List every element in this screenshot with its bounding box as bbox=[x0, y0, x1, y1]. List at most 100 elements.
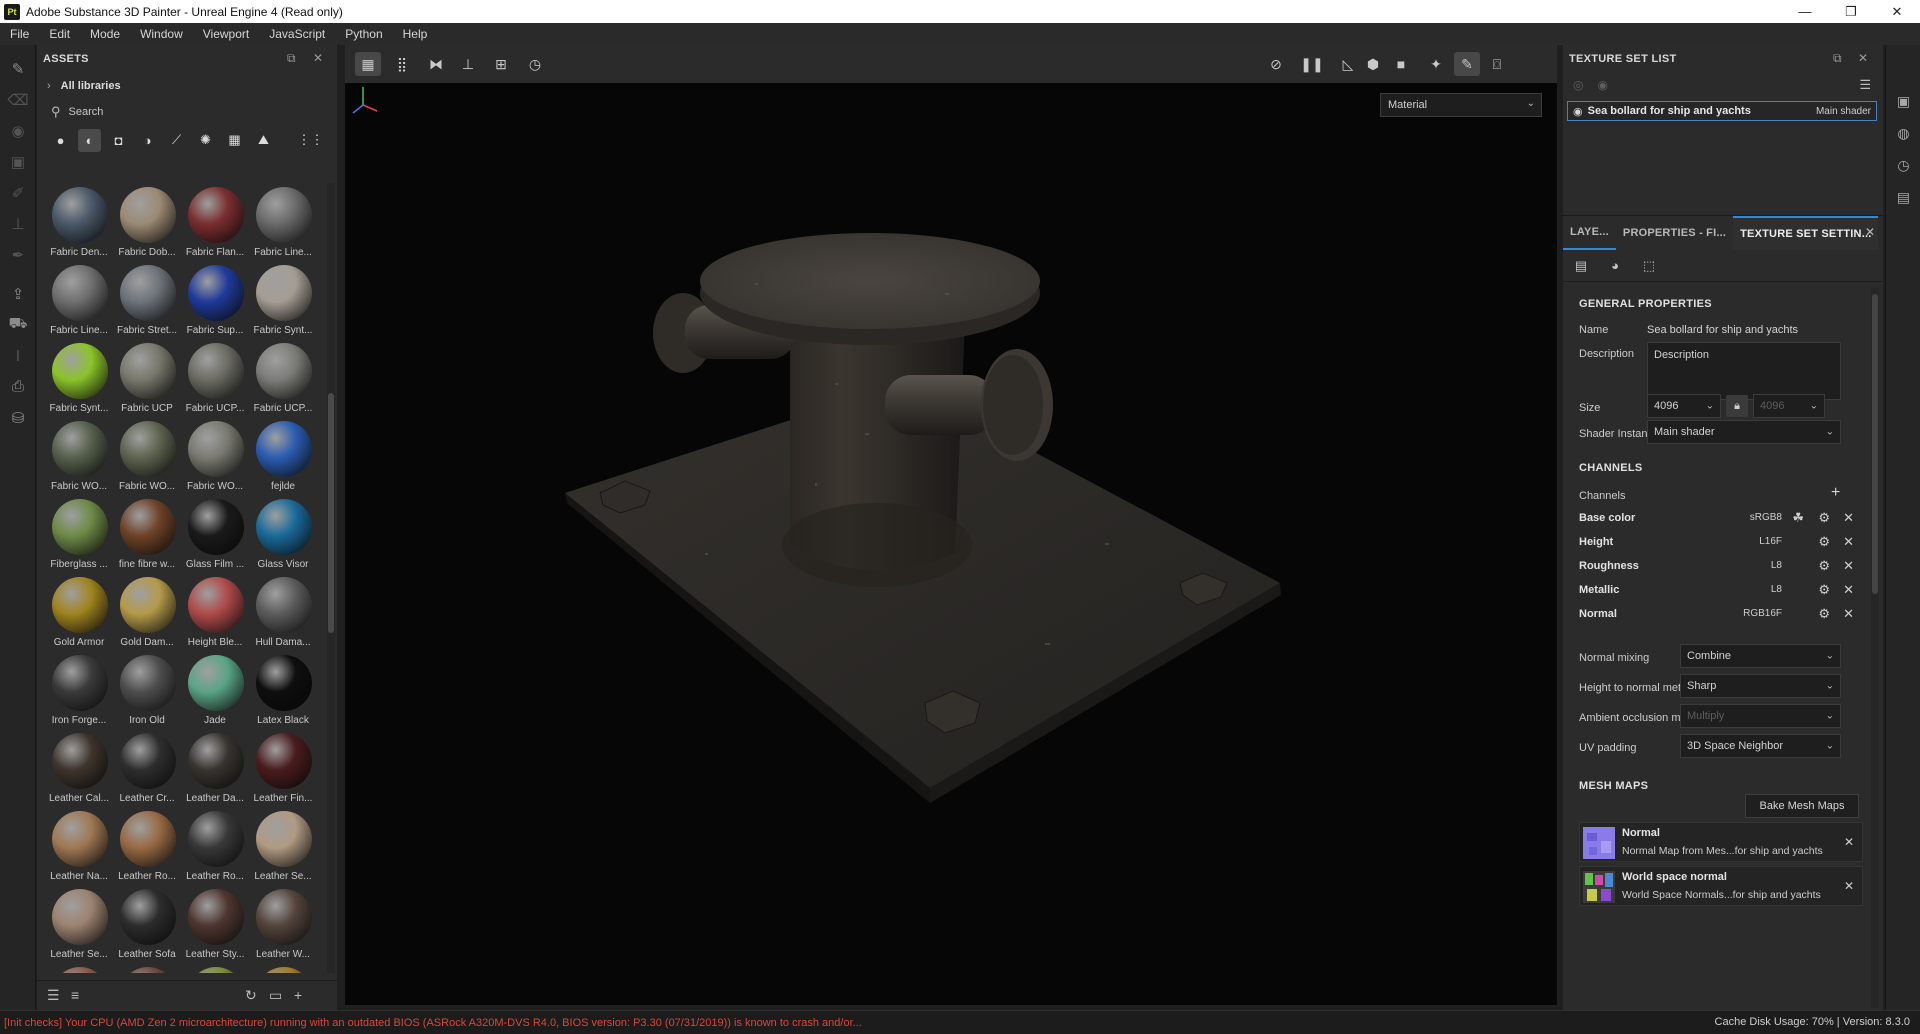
mirror-icon[interactable]: ⧓ bbox=[423, 52, 449, 76]
remove-icon[interactable]: ✕ bbox=[1844, 879, 1854, 893]
uv-padding-select[interactable]: 3D Space Neighbor ⌄ bbox=[1680, 734, 1841, 758]
tab-layers[interactable]: LAYE... bbox=[1563, 216, 1616, 250]
asset-tile[interactable]: Fabric Synt... bbox=[45, 343, 113, 419]
filter-materials-icon[interactable]: ● bbox=[49, 129, 72, 152]
asset-tile[interactable]: Leather Cr... bbox=[113, 733, 181, 809]
close-panel-icon[interactable]: ✕ bbox=[1865, 225, 1875, 239]
texture-set-item[interactable]: ◉ Sea bollard for ship and yachts Main s… bbox=[1567, 101, 1877, 121]
mesh-map-world-space-normal[interactable]: World space normal World Space Normals..… bbox=[1579, 866, 1863, 906]
asset-tile[interactable]: Fabric WO... bbox=[113, 421, 181, 497]
eraser-icon[interactable]: ⌫ bbox=[0, 84, 36, 115]
filter-textures-icon[interactable]: ▦ bbox=[223, 129, 246, 152]
add-asset-icon[interactable]: + bbox=[294, 987, 302, 1003]
height-to-normal-select[interactable]: Sharp ⌄ bbox=[1680, 674, 1841, 698]
settings-icon[interactable]: ▤ bbox=[1569, 254, 1593, 278]
asset-tile[interactable]: Fabric Sup... bbox=[181, 265, 249, 341]
channel-format[interactable]: L8 bbox=[1771, 584, 1782, 595]
color-profile-icon[interactable]: ☘ bbox=[1792, 510, 1804, 526]
asset-tile[interactable]: Fiberglass ... bbox=[45, 499, 113, 575]
asset-tile[interactable]: Fabric Den... bbox=[45, 187, 113, 263]
mesh-map-normal[interactable]: Normal Normal Map from Mes...for ship an… bbox=[1579, 822, 1863, 862]
asset-tile[interactable]: Jade bbox=[181, 655, 249, 731]
channel-settings-icon[interactable]: ⚙ bbox=[1818, 558, 1830, 574]
clone-stamp-icon[interactable]: ⊥ bbox=[0, 208, 36, 239]
search-input[interactable]: Search bbox=[69, 106, 104, 118]
channel-format[interactable]: sRGB8 bbox=[1750, 512, 1782, 523]
remove-channel-icon[interactable]: ✕ bbox=[1843, 510, 1854, 526]
asset-tile[interactable]: Fabric Flan... bbox=[181, 187, 249, 263]
asset-tile[interactable]: Leather Se... bbox=[249, 811, 317, 887]
asset-tile[interactable]: Fabric WO... bbox=[45, 421, 113, 497]
camera-icon[interactable]: ■ bbox=[1388, 52, 1414, 76]
asset-tile[interactable]: Iron Forge... bbox=[45, 655, 113, 731]
assets-scroll-thumb[interactable] bbox=[328, 393, 334, 633]
channel-row[interactable]: Roughness L8 ⚙ ✕ bbox=[1579, 556, 1864, 578]
asset-tile[interactable]: Leather Na... bbox=[45, 811, 113, 887]
remove-channel-icon[interactable]: ✕ bbox=[1843, 582, 1854, 598]
history-icon[interactable]: ◷ bbox=[522, 52, 548, 76]
maximize-button[interactable]: ❐ bbox=[1828, 0, 1874, 23]
share-icon[interactable]: ⎙ bbox=[0, 371, 36, 402]
size-select[interactable]: 4096 ⌄ bbox=[1647, 394, 1721, 418]
menu-python[interactable]: Python bbox=[335, 27, 392, 41]
asset-tile[interactable] bbox=[113, 967, 181, 973]
assets-search[interactable]: ⚲ Search bbox=[37, 99, 337, 125]
tab-texture-set-settings[interactable]: TEXTURE SET SETTIN... bbox=[1733, 216, 1879, 250]
library-selector[interactable]: › All libraries bbox=[37, 73, 337, 99]
color-picker-icon[interactable]: ✒ bbox=[0, 239, 36, 270]
align-icon[interactable]: ⊥ bbox=[455, 52, 481, 76]
channel-settings-icon[interactable]: ⚙ bbox=[1818, 582, 1830, 598]
properties-scrollbar[interactable] bbox=[1871, 288, 1879, 1008]
tab-properties[interactable]: PROPERTIES - FI... bbox=[1616, 216, 1733, 250]
float-panel-icon[interactable]: ⧉ bbox=[1833, 51, 1842, 66]
asset-tile[interactable]: Iron Old bbox=[113, 655, 181, 731]
filter-brushes-icon[interactable]: ⟋ bbox=[165, 129, 188, 152]
channel-format[interactable]: L16F bbox=[1759, 536, 1782, 547]
asset-tile[interactable]: Fabric UCP... bbox=[249, 343, 317, 419]
channel-row[interactable]: Height L16F ⚙ ✕ bbox=[1579, 532, 1864, 554]
hide-icon[interactable]: ⊘ bbox=[1263, 52, 1289, 76]
export-icon[interactable]: ⇪ bbox=[0, 278, 36, 309]
channel-settings-icon[interactable]: ⚙ bbox=[1818, 510, 1830, 526]
close-window-button[interactable]: ✕ bbox=[1874, 0, 1920, 23]
pause-icon[interactable]: ❚❚ bbox=[1299, 52, 1325, 76]
new-window-icon[interactable]: ▭ bbox=[269, 987, 282, 1004]
channel-row[interactable]: Metallic L8 ⚙ ✕ bbox=[1579, 580, 1864, 602]
menu-window[interactable]: Window bbox=[130, 27, 193, 41]
asset-tile[interactable]: Glass Visor bbox=[249, 499, 317, 575]
properties-scroll-thumb[interactable] bbox=[1872, 294, 1878, 594]
shader-instance-select[interactable]: Main shader ⌄ bbox=[1647, 420, 1841, 444]
material-icon[interactable]: ◕ bbox=[1603, 254, 1627, 278]
asset-tile[interactable]: Fabric WO... bbox=[181, 421, 249, 497]
menu-edit[interactable]: Edit bbox=[39, 27, 80, 41]
remove-channel-icon[interactable]: ✕ bbox=[1843, 606, 1854, 622]
asset-tile[interactable]: Gold Dam... bbox=[113, 577, 181, 653]
close-panel-icon[interactable]: ✕ bbox=[313, 51, 323, 65]
menu-javascript[interactable]: JavaScript bbox=[259, 27, 335, 41]
bake-mesh-maps-button[interactable]: Bake Mesh Maps bbox=[1745, 794, 1859, 818]
menu-file[interactable]: File bbox=[0, 27, 39, 41]
channel-settings-icon[interactable]: ⚙ bbox=[1818, 534, 1830, 550]
filter-options-icon[interactable]: ≡ bbox=[71, 987, 79, 1003]
asset-tile[interactable]: Fabric UCP... bbox=[181, 343, 249, 419]
asset-tile[interactable] bbox=[181, 967, 249, 973]
asset-tile[interactable]: Height Ble... bbox=[181, 577, 249, 653]
asset-tile[interactable]: Leather Da... bbox=[181, 733, 249, 809]
learn-icon[interactable]: ⛁ bbox=[0, 402, 36, 433]
filter-generators-icon[interactable]: ◑ bbox=[136, 129, 159, 152]
viewport-mode-select[interactable]: Material ⌄ bbox=[1380, 93, 1542, 117]
menu-mode[interactable]: Mode bbox=[80, 27, 130, 41]
asset-tile[interactable]: Leather Cal... bbox=[45, 733, 113, 809]
tiling-icon[interactable]: ⣿ bbox=[389, 52, 415, 76]
asset-tile[interactable]: Gold Armor bbox=[45, 577, 113, 653]
remove-channel-icon[interactable]: ✕ bbox=[1843, 558, 1854, 574]
asset-tile[interactable]: Leather Sofa bbox=[113, 889, 181, 965]
description-field[interactable]: Description bbox=[1647, 342, 1841, 400]
hide-icon[interactable]: ◎ bbox=[1573, 78, 1583, 92]
close-panel-icon[interactable]: ✕ bbox=[1858, 51, 1868, 65]
assets-scrollbar[interactable] bbox=[327, 183, 335, 973]
bake-icon[interactable]: ⛟ bbox=[0, 309, 36, 340]
channel-format[interactable]: L8 bbox=[1771, 560, 1782, 571]
asset-tile[interactable]: fejlde bbox=[249, 421, 317, 497]
add-frame-icon[interactable]: ⊞ bbox=[488, 52, 514, 76]
